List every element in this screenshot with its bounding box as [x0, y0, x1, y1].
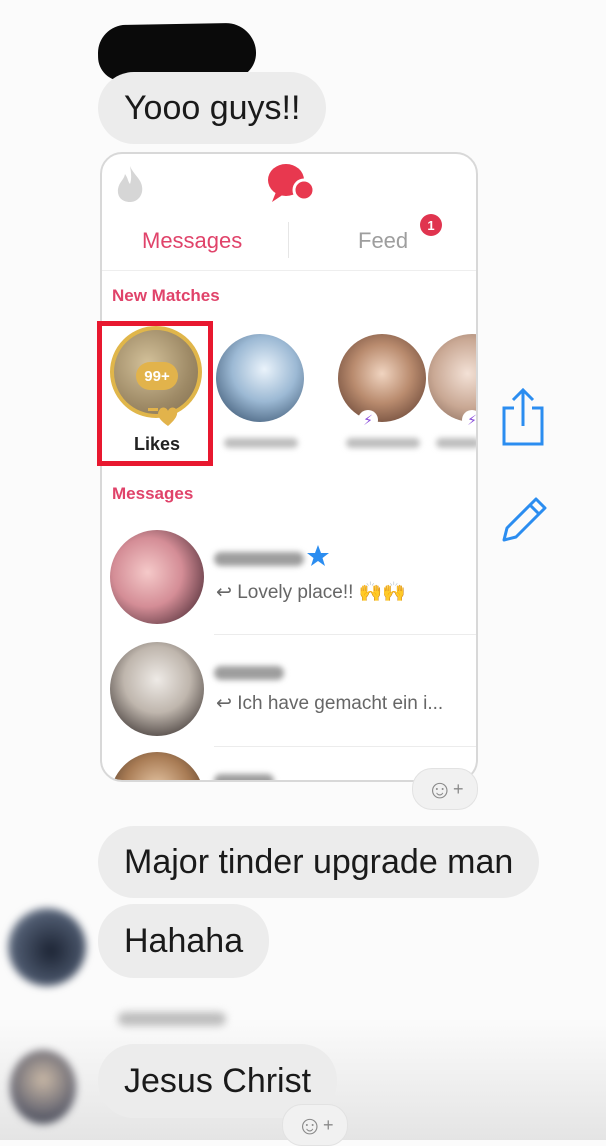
conversation-avatar[interactable] — [110, 530, 204, 624]
match-avatar[interactable] — [216, 334, 304, 422]
tab-feed[interactable]: Feed — [358, 228, 408, 254]
flame-icon — [117, 166, 143, 202]
sender-avatar[interactable] — [10, 1050, 76, 1124]
conversation-name-redacted — [214, 552, 304, 566]
conversation-preview: ↩ Lovely place!! 🙌🙌 — [216, 582, 406, 603]
super-like-bolt-icon: ⚡ — [462, 410, 476, 430]
message-text: Hahaha — [124, 922, 244, 960]
emoji-react-icon[interactable]: ☺ + — [412, 768, 478, 810]
match-avatar[interactable] — [338, 334, 426, 422]
conversation-name-redacted — [214, 666, 284, 680]
shared-screenshot[interactable]: Messages Feed 1 New Matches 99+ Likes ⚡ … — [100, 152, 478, 782]
star-icon — [307, 545, 329, 566]
message-text: Jesus Christ — [124, 1062, 312, 1100]
match-avatar[interactable] — [428, 334, 476, 422]
feed-notification-badge: 1 — [420, 214, 442, 236]
message-bubble[interactable]: Hahaha — [98, 904, 270, 978]
conversation-preview: ↩ Ich have gemacht ein i... — [216, 693, 444, 714]
message-text: Yooo guys!! — [124, 89, 301, 127]
match-name-redacted — [436, 438, 476, 448]
share-icon[interactable] — [498, 386, 548, 448]
tab-messages[interactable]: Messages — [142, 228, 242, 254]
row-divider — [214, 634, 476, 635]
conversation-avatar[interactable] — [110, 752, 204, 780]
match-name-redacted — [346, 438, 420, 448]
reply-arrow-icon: ↩ — [216, 693, 232, 714]
tab-divider — [288, 222, 289, 258]
message-text: Major tinder upgrade man — [124, 843, 514, 881]
tab-underline — [102, 270, 476, 271]
message-bubble[interactable]: Major tinder upgrade man — [98, 826, 540, 898]
likes-highlight-box — [97, 321, 213, 466]
chat-bubbles-icon — [268, 164, 316, 202]
pencil-icon[interactable] — [498, 494, 550, 546]
match-name-redacted — [224, 438, 298, 448]
row-divider — [214, 746, 476, 747]
conversation-name-redacted — [214, 774, 274, 780]
messages-section-label: Messages — [112, 484, 194, 503]
conversation-avatar[interactable] — [110, 642, 204, 736]
sender-avatar[interactable] — [8, 908, 86, 986]
reply-arrow-icon: ↩ — [216, 582, 232, 603]
super-like-bolt-icon: ⚡ — [358, 410, 378, 430]
new-matches-label: New Matches — [112, 286, 220, 305]
message-bubble[interactable]: Yooo guys!! — [98, 72, 327, 144]
